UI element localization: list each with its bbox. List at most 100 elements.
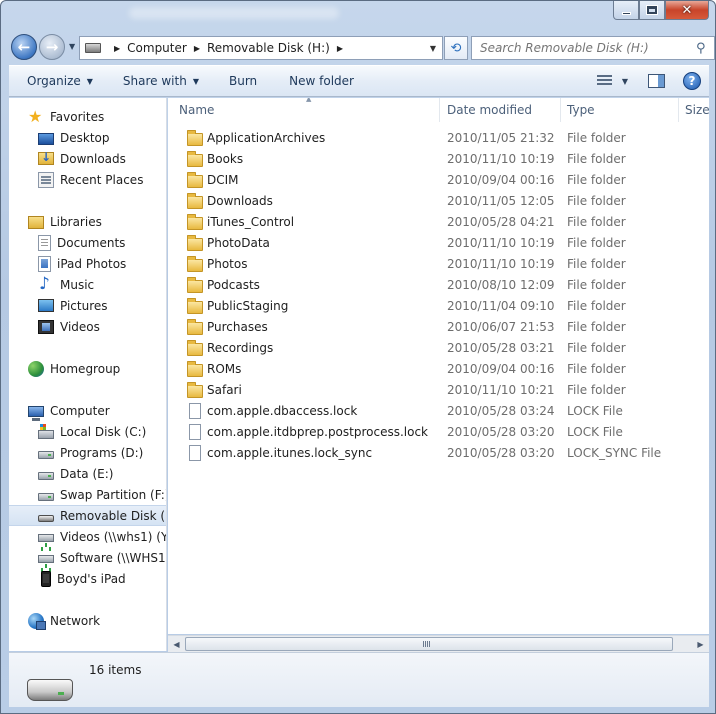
downloads-icon <box>38 150 54 165</box>
nav-item-desktop[interactable]: Desktop <box>9 127 166 148</box>
search-icon[interactable]: ⚲ <box>696 41 714 56</box>
share-with-button[interactable]: Share with ▼ <box>113 68 209 94</box>
nav-item-label: Boyd's iPad <box>57 571 126 586</box>
file-date: 2010/11/04 09:10 <box>447 299 555 313</box>
recent-pages-dropdown[interactable]: ▼ <box>69 42 75 51</box>
address-bar[interactable]: ▶ Computer ▶ Removable Disk (H:) ▶ ▼ <box>79 36 443 60</box>
file-row[interactable]: DCIM 2010/09/04 00:16 File folder <box>168 170 709 191</box>
refresh-button[interactable]: ⟲ <box>444 36 468 60</box>
nav-item-documents[interactable]: Documents <box>9 232 166 253</box>
file-row[interactable]: Photos 2010/11/10 10:19 File folder <box>168 254 709 275</box>
file-row[interactable]: PhotoData 2010/11/10 10:19 File folder <box>168 233 709 254</box>
file-icon <box>189 403 201 419</box>
nav-item-local-disk-c[interactable]: Local Disk (C:) <box>9 421 166 442</box>
folder-icon <box>187 361 203 377</box>
nav-item-downloads[interactable]: Downloads <box>9 148 166 169</box>
chevron-right-icon[interactable]: ▶ <box>194 44 200 53</box>
change-view-button[interactable]: ▼ <box>596 75 628 87</box>
file-date: 2010/11/10 10:19 <box>447 236 555 250</box>
scroll-left-button[interactable]: ◀ <box>168 636 185 652</box>
nav-item-programs-d[interactable]: Programs (D:) <box>9 442 166 463</box>
nav-item-music[interactable]: Music <box>9 274 166 295</box>
command-bar: Organize ▼ Share with ▼ Burn New folder ▼ … <box>9 65 709 97</box>
back-button[interactable]: ← <box>11 34 37 60</box>
file-row[interactable]: Podcasts 2010/08/10 12:09 File folder <box>168 275 709 296</box>
file-date: 2010/05/28 03:24 <box>447 404 555 418</box>
new-folder-label: New folder <box>289 74 354 88</box>
file-row[interactable]: ROMs 2010/09/04 00:16 File folder <box>168 359 709 380</box>
scroll-right-button[interactable]: ▶ <box>692 636 709 652</box>
nav-item-videos[interactable]: Videos <box>9 316 166 337</box>
drive-icon <box>38 493 54 501</box>
nav-item-software[interactable]: Software (\\WHS1) ( <box>9 547 166 568</box>
nav-item-label: Favorites <box>50 109 105 124</box>
maximize-icon <box>646 5 658 15</box>
nav-item-videos-y[interactable]: Videos (\\whs1) (Y:) <box>9 526 167 547</box>
file-row[interactable]: PublicStaging 2010/11/04 09:10 File fold… <box>168 296 709 317</box>
column-header-date-modified[interactable]: Date modified <box>440 98 561 122</box>
file-row[interactable]: Books 2010/11/10 10:19 File folder <box>168 149 709 170</box>
nav-item-recent-places[interactable]: Recent Places <box>9 169 166 190</box>
file-type: File folder <box>567 278 626 292</box>
organize-button[interactable]: Organize ▼ <box>17 68 103 94</box>
nav-item-removable-disk-h[interactable]: Removable Disk (H:) <box>9 505 166 526</box>
star-icon <box>28 107 44 126</box>
ipad-photos-icon <box>38 255 51 272</box>
chevron-down-icon[interactable]: ▼ <box>430 44 436 53</box>
file-row[interactable]: iTunes_Control 2010/05/28 04:21 File fol… <box>168 212 709 233</box>
column-header-size[interactable]: Size <box>679 98 709 122</box>
nav-item-computer[interactable]: Computer <box>9 400 166 421</box>
chevron-right-icon[interactable]: ▶ <box>114 44 120 53</box>
nav-item-pictures[interactable]: Pictures <box>9 295 166 316</box>
nav-item-swap-partition-f[interactable]: Swap Partition (F:) <box>9 484 166 505</box>
computer-icon <box>28 405 44 421</box>
burn-button[interactable]: Burn <box>219 68 267 94</box>
network-drive-icon <box>38 555 54 568</box>
file-date: 2010/08/10 12:09 <box>447 278 555 292</box>
search-input[interactable] <box>472 41 696 55</box>
nav-item-data-e[interactable]: Data (E:) <box>9 463 166 484</box>
column-header-name[interactable]: Name ▲ <box>168 98 440 122</box>
help-icon[interactable]: ? <box>683 72 701 90</box>
nav-item-libraries[interactable]: Libraries <box>9 211 166 232</box>
file-row[interactable]: ApplicationArchives 2010/11/05 21:32 Fil… <box>168 128 709 149</box>
search-box[interactable]: ⚲ <box>471 36 715 60</box>
nav-item-label: Data (E:) <box>60 466 114 481</box>
column-header-type[interactable]: Type <box>561 98 679 122</box>
file-row[interactable]: Purchases 2010/06/07 21:53 File folder <box>168 317 709 338</box>
file-row[interactable]: Safari 2010/11/10 10:21 File folder <box>168 380 709 401</box>
scrollbar-thumb[interactable] <box>185 637 673 651</box>
file-date: 2010/05/28 03:20 <box>447 446 555 460</box>
chevron-down-icon: ▼ <box>621 76 628 86</box>
file-date: 2010/11/10 10:21 <box>447 383 555 397</box>
file-row[interactable]: com.apple.itdbprep.postprocess.lock 2010… <box>168 422 709 443</box>
file-list: Name ▲ Date modified Type Size Applicati… <box>168 98 709 634</box>
horizontal-scrollbar[interactable]: ◀ ▶ <box>168 635 709 652</box>
nav-item-favorites[interactable]: Favorites <box>9 106 166 127</box>
nav-item-network[interactable]: Network <box>9 610 166 631</box>
file-row[interactable]: Downloads 2010/11/05 12:05 File folder <box>168 191 709 212</box>
breadcrumb-computer[interactable]: Computer <box>127 41 187 55</box>
column-header-label: Type <box>567 103 595 117</box>
nav-item-boyds-ipad[interactable]: Boyd's iPad <box>9 568 166 589</box>
nav-item-label: Documents <box>57 235 126 250</box>
nav-item-label: Downloads <box>60 151 126 166</box>
maximize-button[interactable] <box>639 1 665 20</box>
breadcrumb-removable-disk[interactable]: Removable Disk (H:) <box>207 41 330 55</box>
folder-icon <box>187 256 203 272</box>
minimize-icon <box>621 11 631 15</box>
forward-button[interactable]: → <box>39 34 65 60</box>
nav-item-homegroup[interactable]: Homegroup <box>9 358 166 379</box>
minimize-button[interactable] <box>613 1 639 20</box>
new-folder-button[interactable]: New folder <box>279 68 364 94</box>
nav-item-ipad-photos[interactable]: iPad Photos <box>9 253 166 274</box>
nav-item-label: Videos (\\whs1) (Y:) <box>60 529 167 544</box>
preview-pane-icon[interactable] <box>648 74 665 88</box>
file-row[interactable]: com.apple.itunes.lock_sync 2010/05/28 03… <box>168 443 709 464</box>
network-drive-icon <box>38 534 54 547</box>
file-name: com.apple.itunes.lock_sync <box>207 446 373 460</box>
file-row[interactable]: com.apple.dbaccess.lock 2010/05/28 03:24… <box>168 401 709 422</box>
close-button[interactable]: ✕ <box>665 1 709 20</box>
chevron-right-icon[interactable]: ▶ <box>337 44 343 53</box>
file-row[interactable]: Recordings 2010/05/28 03:21 File folder <box>168 338 709 359</box>
